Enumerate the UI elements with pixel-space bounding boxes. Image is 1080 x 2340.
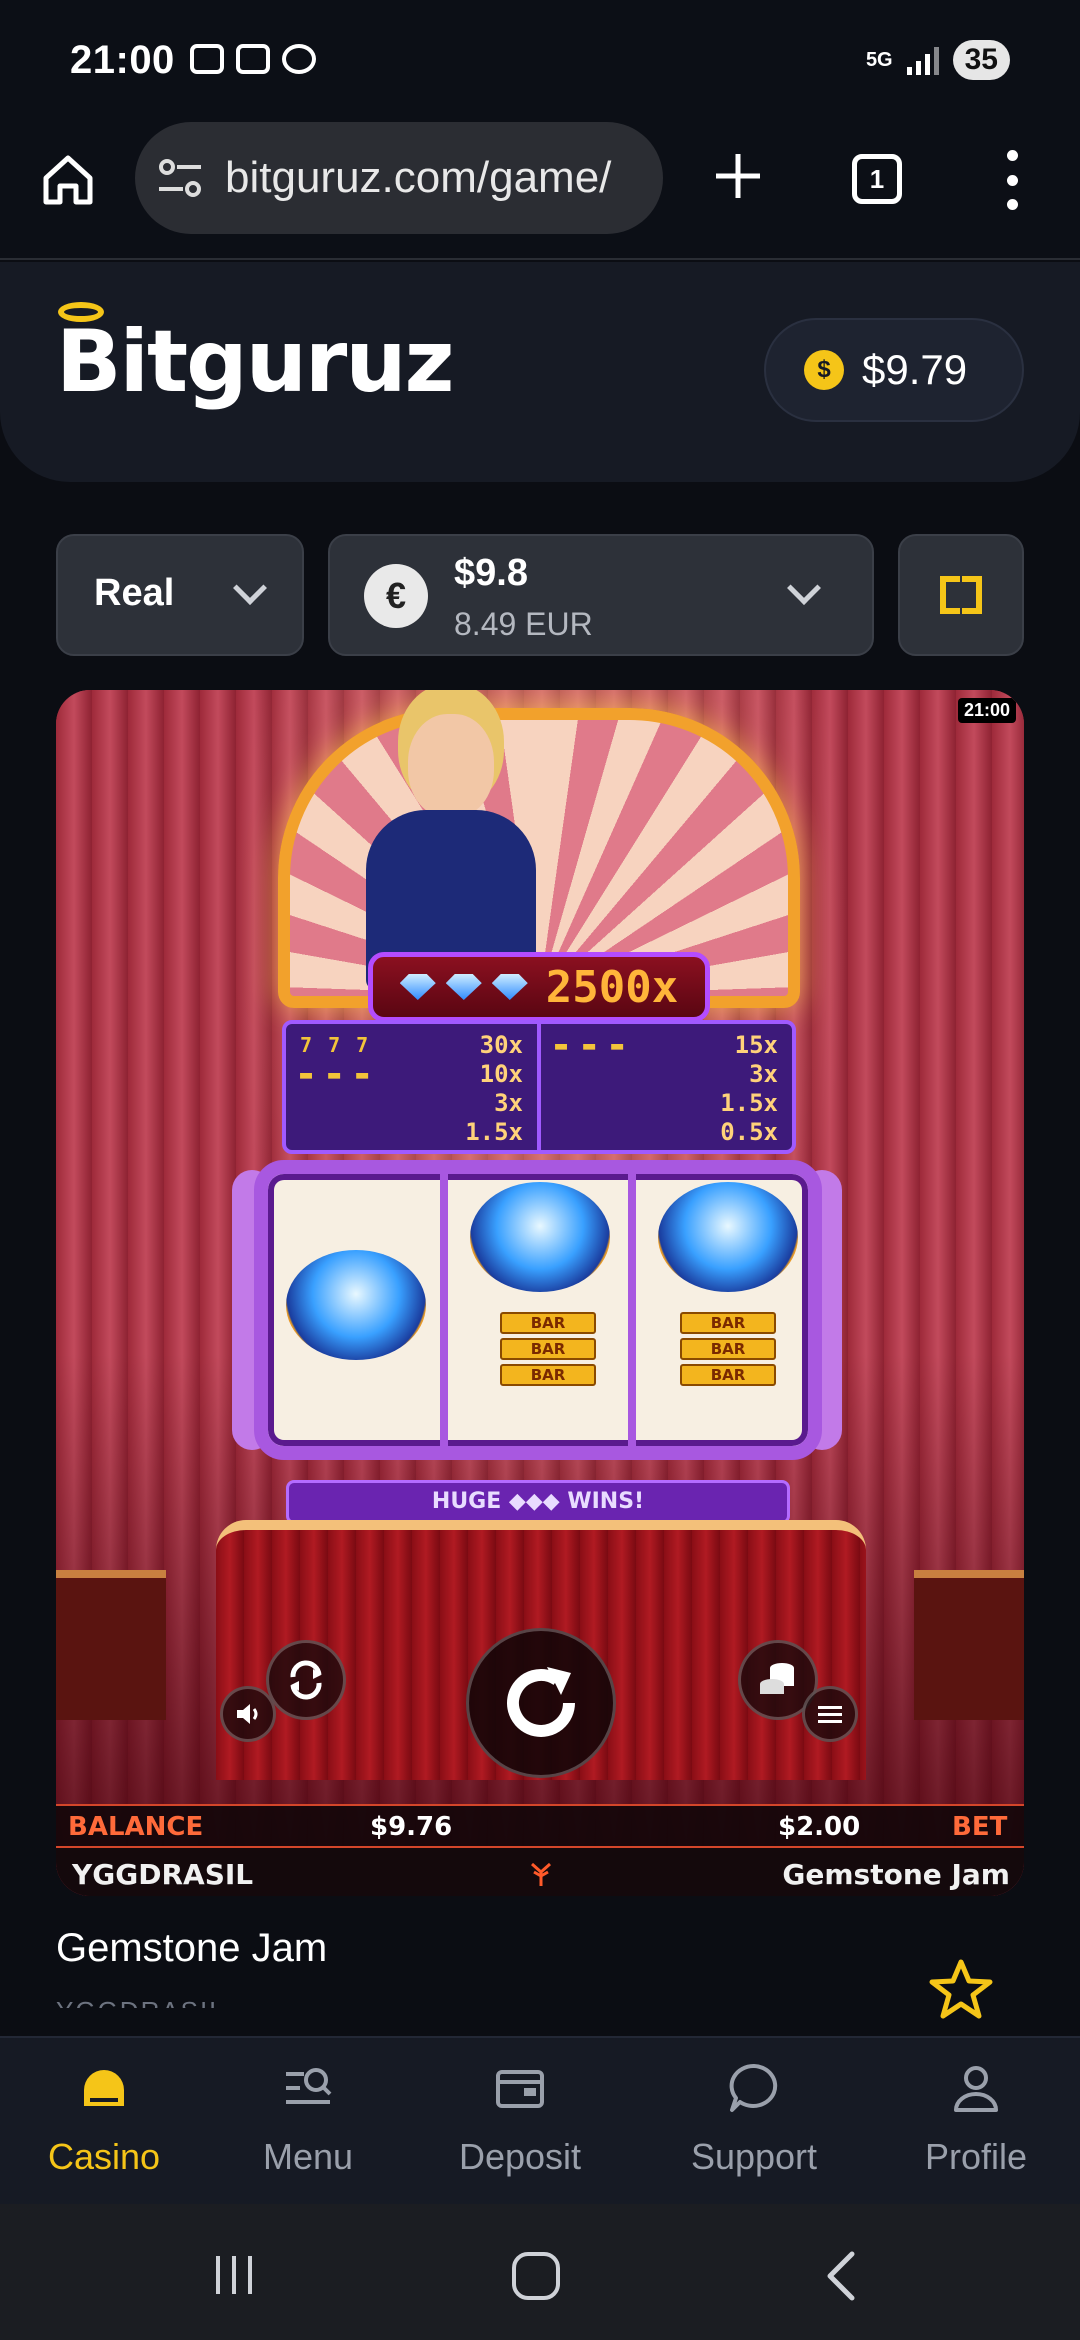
euro-icon: € <box>364 564 428 628</box>
game-provider: YGGDRASIL <box>56 1996 226 2008</box>
play-mode-value: Real <box>94 572 175 614</box>
recent-apps-icon[interactable] <box>210 2252 258 2298</box>
game-frame[interactable]: 21:00 2500x 7 7 7 30x ▬ ▬ ▬ 10x 3x 1.5x ▬ … <box>56 690 1024 1896</box>
host-character <box>346 700 556 990</box>
jackpot-display: 2500x <box>368 952 710 1022</box>
home-system-icon[interactable] <box>510 2250 562 2302</box>
back-icon[interactable] <box>820 2248 860 2304</box>
paytable-row: ▬ ▬ ▬ 10x <box>300 1059 523 1088</box>
wallet-balance-button[interactable]: $ $9.79 <box>764 318 1024 422</box>
wallet-balance: $9.79 <box>862 346 968 393</box>
favorite-star-icon[interactable] <box>928 1958 994 2020</box>
nav-menu[interactable]: Menu <box>250 2038 366 2206</box>
speaker-icon <box>237 1704 258 1724</box>
notification-icons <box>190 44 316 74</box>
signal-icon <box>906 45 939 75</box>
yggdrasil-tree-icon <box>531 1862 551 1886</box>
more-options-icon[interactable] <box>1000 150 1024 210</box>
status-time: 21:00 <box>70 38 175 82</box>
diamond-icon <box>399 974 436 1000</box>
triple-bar-symbol: BAR BAR BAR <box>500 1312 596 1390</box>
paytable-row: 1.5x <box>465 1117 523 1146</box>
autoplay-icon <box>290 1660 322 1700</box>
chat-icon <box>282 44 316 74</box>
diamond-icon <box>491 974 528 1000</box>
play-mode-select[interactable]: Real <box>56 534 304 656</box>
paytable: 7 7 7 30x ▬ ▬ ▬ 10x 3x 1.5x ▬ ▬ ▬ 15x 3x 1.… <box>282 1020 796 1154</box>
address-bar[interactable]: bitguruz.com/game/ <box>135 122 663 234</box>
currency-amount: $9.8 <box>454 552 528 594</box>
bottom-navigation: Casino Menu Deposit Support Profile <box>0 2036 1080 2204</box>
site-logo[interactable]: Bitguruz <box>56 302 455 412</box>
casino-icon <box>84 2070 124 2106</box>
diamond-icon <box>445 974 482 1000</box>
paytable-row: 1.5x <box>720 1088 778 1117</box>
bet-label: BET <box>952 1812 1008 1842</box>
game-title: Gemstone Jam <box>56 1926 328 1970</box>
coin-icon: $ <box>804 350 844 390</box>
game-menu-button[interactable] <box>802 1686 858 1742</box>
sound-button[interactable] <box>220 1686 276 1742</box>
game-clock: 21:00 <box>957 698 1016 723</box>
new-tab-icon[interactable] <box>710 148 766 204</box>
paytable-row: 0.5x <box>720 1117 778 1146</box>
game-info-bar: BALANCE $9.76 $2.00 BET <box>56 1804 1024 1846</box>
status-bar: 21:00 5G 35 <box>0 0 1080 120</box>
paytable-row: 3x <box>749 1059 778 1088</box>
bet-amount: $2.00 <box>778 1812 861 1842</box>
jackpot-multiplier: 2500x <box>545 961 679 1013</box>
user-icon <box>954 2066 998 2112</box>
paytable-row: ▬ ▬ ▬ 15x <box>555 1030 778 1059</box>
hamburger-icon <box>818 1706 842 1723</box>
wallet-icon <box>236 44 270 74</box>
provider-bar: YGGDRASIL Gemstone Jam <box>56 1846 1024 1896</box>
menu-search-icon <box>286 2068 332 2104</box>
huge-wins-banner: HUGE ◆◆◆ WINS! <box>286 1480 790 1524</box>
wallet-icon <box>496 2070 544 2108</box>
chevron-down-icon <box>233 571 267 605</box>
site-header: Bitguruz $ $9.79 <box>0 262 1080 482</box>
diamond-symbol <box>470 1182 610 1292</box>
spin-icon <box>507 1667 575 1737</box>
slot-reels: BAR BAR BAR BAR BAR BAR <box>254 1160 822 1460</box>
coins-icon <box>760 1663 794 1694</box>
paytable-left: 7 7 7 30x ▬ ▬ ▬ 10x 3x 1.5x <box>286 1024 537 1150</box>
tab-switcher-button[interactable]: 1 <box>852 154 902 204</box>
nav-support[interactable]: Support <box>680 2038 828 2206</box>
nav-profile[interactable]: Profile <box>920 2038 1032 2206</box>
system-status: 5G 35 <box>866 40 1010 80</box>
game-name-label: Gemstone Jam <box>782 1858 1010 1891</box>
autoplay-button[interactable] <box>266 1640 346 1720</box>
diamond-symbol <box>658 1182 798 1292</box>
browser-toolbar: bitguruz.com/game/ 1 <box>0 120 1080 260</box>
spin-button[interactable] <box>466 1628 616 1778</box>
paytable-right: ▬ ▬ ▬ 15x 3x 1.5x 0.5x <box>537 1024 792 1150</box>
balance-label: BALANCE <box>68 1812 204 1842</box>
system-navigation-bar <box>0 2204 1080 2340</box>
currency-converted: 8.49 EUR <box>454 606 593 642</box>
screenshot-icon <box>190 44 224 74</box>
chevron-down-icon <box>787 571 821 605</box>
chat-bubble-icon <box>729 2063 778 2112</box>
nav-deposit[interactable]: Deposit <box>448 2038 592 2206</box>
logo-halo-icon <box>58 302 104 322</box>
url-text: bitguruz.com/game/ <box>225 153 612 202</box>
fullscreen-button[interactable] <box>898 534 1024 656</box>
site-settings-icon[interactable] <box>155 153 205 203</box>
home-icon[interactable] <box>40 152 96 208</box>
provider-name: YGGDRASIL <box>72 1858 254 1891</box>
battery-indicator: 35 <box>952 40 1010 80</box>
paytable-row: 7 7 7 30x <box>300 1030 523 1059</box>
diamond-symbol <box>286 1250 426 1360</box>
nav-casino[interactable]: Casino <box>42 2038 166 2206</box>
game-balance: $9.76 <box>370 1812 453 1842</box>
triple-bar-symbol: BAR BAR BAR <box>680 1312 776 1390</box>
network-type: 5G <box>865 49 893 71</box>
paytable-row: 3x <box>494 1088 523 1117</box>
currency-select[interactable]: € $9.8 8.49 EUR <box>328 534 874 656</box>
